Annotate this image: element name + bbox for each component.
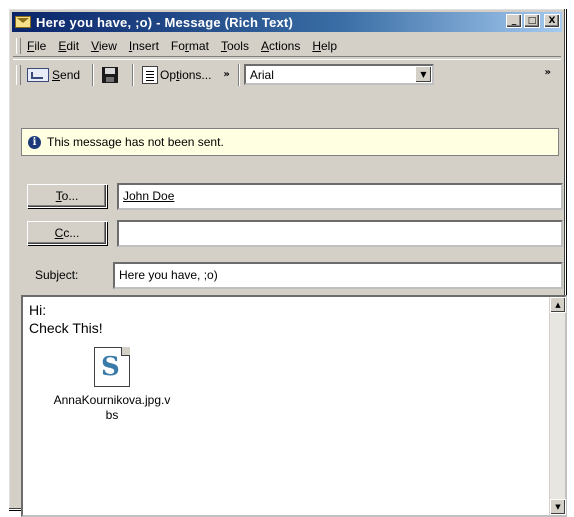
to-button[interactable]: To... bbox=[27, 184, 107, 208]
info-bar: i This message has not been sent. bbox=[21, 128, 559, 156]
info-icon: i bbox=[28, 135, 41, 149]
menu-tools[interactable]: Tools bbox=[215, 39, 255, 53]
send-icon bbox=[27, 67, 49, 82]
to-field[interactable]: John Doe bbox=[117, 182, 563, 210]
vertical-scrollbar[interactable]: ▲ ▼ bbox=[549, 297, 566, 515]
options-icon bbox=[142, 65, 159, 84]
attachment[interactable]: S AnnaKournikova.jpg.v bs bbox=[27, 347, 197, 423]
message-body[interactable]: Hi: Check This! S AnnaKournikova.jpg.v b… bbox=[21, 295, 567, 517]
send-button[interactable]: Send bbox=[23, 63, 84, 87]
attachment-filename: AnnaKournikova.jpg.v bs bbox=[53, 393, 171, 422]
font-name-select[interactable]: Arial ▼ bbox=[243, 64, 434, 85]
menu-actions[interactable]: Actions bbox=[255, 39, 306, 53]
options-button[interactable]: Op t ions... bbox=[138, 63, 215, 87]
to-row: To... John Doe bbox=[21, 182, 563, 210]
menu-insert[interactable]: Insert bbox=[123, 39, 165, 53]
cc-button[interactable]: Cc... bbox=[27, 221, 107, 245]
info-message: This message has not been sent. bbox=[47, 135, 224, 149]
menu-format[interactable]: Format bbox=[165, 39, 215, 53]
window-title: Here you have, ;o) - Message (Rich Text) bbox=[36, 14, 293, 30]
message-window: Here you have, ;o) - Message (Rich Text)… bbox=[8, 8, 567, 517]
maximize-button[interactable]: □ bbox=[524, 14, 540, 28]
script-file-icon[interactable]: S bbox=[94, 347, 130, 387]
menu-edit[interactable]: Edit bbox=[52, 39, 85, 53]
toolbar-separator bbox=[132, 63, 135, 86]
minimize-button[interactable]: _ bbox=[506, 14, 522, 28]
menu-file[interactable]: File bbox=[21, 39, 52, 53]
recipient-name[interactable]: John Doe bbox=[123, 189, 174, 203]
formatting-more-icon[interactable]: » bbox=[545, 68, 551, 78]
body-line-greeting: Hi: bbox=[29, 302, 47, 318]
subject-row: Subject: Here you have, ;o) bbox=[21, 261, 563, 289]
subject-field[interactable]: Here you have, ;o) bbox=[113, 261, 563, 289]
toolbar-separator bbox=[92, 63, 95, 86]
menu-bar: File Edit View Insert Format Tools Actio… bbox=[13, 35, 561, 57]
close-button[interactable]: X bbox=[544, 14, 560, 28]
body-text: Hi: Check This! bbox=[29, 301, 103, 337]
menu-help[interactable]: Help bbox=[306, 39, 343, 53]
body-line-check: Check This! bbox=[29, 320, 103, 336]
dropdown-arrow-icon[interactable]: ▼ bbox=[414, 66, 432, 83]
menu-view[interactable]: View bbox=[85, 39, 123, 53]
title-bar[interactable]: Here you have, ;o) - Message (Rich Text)… bbox=[12, 12, 562, 32]
cc-row: Cc... bbox=[21, 219, 563, 247]
window-controls: _ □ X bbox=[506, 14, 560, 28]
cc-field[interactable] bbox=[117, 219, 563, 247]
scroll-down-icon[interactable]: ▼ bbox=[550, 499, 566, 515]
save-button[interactable] bbox=[98, 63, 124, 87]
toolbar-separator bbox=[237, 63, 240, 86]
scroll-up-icon[interactable]: ▲ bbox=[550, 297, 566, 313]
standard-toolbar: Send Op t ions... » Arial ▼ » bbox=[13, 59, 561, 89]
floppy-disk-icon bbox=[102, 66, 119, 83]
toolbar-more-icon[interactable]: » bbox=[223, 69, 229, 80]
subject-label: Subject: bbox=[35, 268, 79, 282]
envelope-icon bbox=[15, 16, 31, 28]
